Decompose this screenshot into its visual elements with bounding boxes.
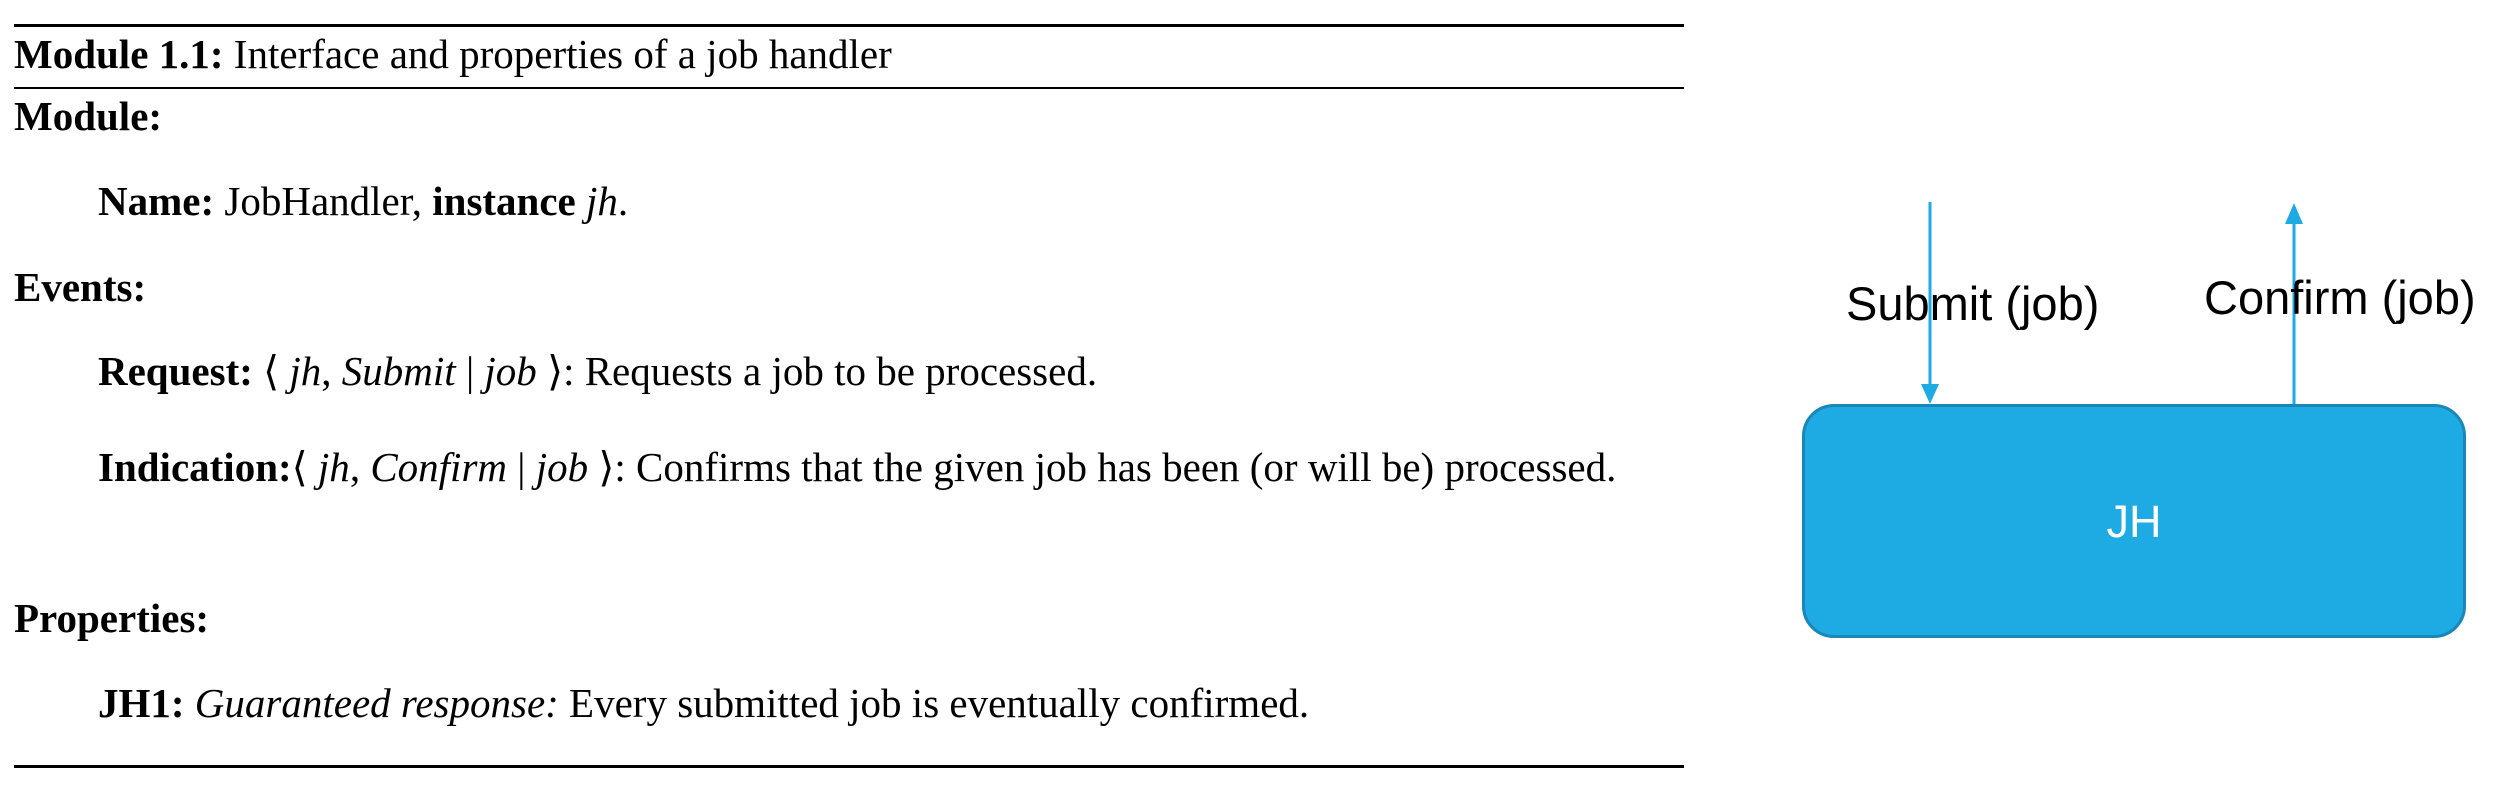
indication-event: Indication:⟨ jh, Confirm | job ⟩: Confir… bbox=[98, 440, 1618, 494]
name-value: JobHandler, bbox=[224, 178, 422, 224]
indication-close-bracket: ⟩ bbox=[598, 444, 615, 490]
submit-label: Submit (job) bbox=[1846, 277, 2100, 330]
diagram-arrows bbox=[1921, 202, 2303, 404]
top-rule bbox=[14, 24, 1684, 27]
request-event-name: Submit bbox=[341, 348, 456, 394]
property-label: JH1: bbox=[98, 680, 185, 726]
property-jh1: JH1: Guaranteed response: Every submitte… bbox=[98, 679, 1309, 727]
request-event: Request: ⟨ jh, Submit | job ⟩: Requests … bbox=[98, 347, 1097, 395]
module-box: Module 1.1: Interface and properties of … bbox=[14, 0, 1684, 799]
indication-param: job bbox=[535, 444, 589, 490]
confirm-label: Confirm (job) bbox=[2204, 271, 2476, 324]
title-rule bbox=[14, 87, 1684, 89]
indication-description: : Confirms that the given job has been (… bbox=[614, 444, 1617, 490]
events-heading: Events: bbox=[14, 264, 147, 310]
module-name-line: Name: JobHandler, instance jh. bbox=[98, 177, 628, 225]
name-period: . bbox=[617, 178, 629, 224]
request-comma: , bbox=[321, 348, 332, 394]
confirm-arrowhead bbox=[2285, 203, 2303, 224]
module-title-prefix: Module 1.1: bbox=[14, 31, 224, 77]
request-close-bracket: ⟩ bbox=[547, 348, 564, 394]
indication-label: Indication: bbox=[98, 444, 292, 490]
job-handler-box: JH bbox=[1802, 404, 2466, 638]
module-title-text: Interface and properties of a job handle… bbox=[233, 31, 892, 77]
request-open-bracket: ⟨ bbox=[263, 348, 280, 394]
properties-heading: Properties: bbox=[14, 595, 210, 641]
indication-bar: | bbox=[517, 444, 526, 490]
request-bar: | bbox=[465, 348, 475, 394]
module-heading: Module: bbox=[14, 93, 163, 139]
request-instance: jh bbox=[289, 348, 322, 394]
request-label: Request: bbox=[98, 348, 253, 394]
indication-event-name: Confirm bbox=[370, 444, 508, 490]
job-handler-label: JH bbox=[2106, 496, 2162, 547]
bottom-rule bbox=[14, 765, 1684, 768]
submit-arrowhead bbox=[1921, 384, 1939, 404]
job-handler-diagram: Submit (job) Confirm (job) JH bbox=[1790, 0, 2497, 799]
property-description: Every submitted job is eventually confir… bbox=[569, 680, 1310, 726]
indication-open-bracket: ⟨ bbox=[291, 444, 308, 490]
indication-comma: , bbox=[349, 444, 361, 490]
instance-value: jh bbox=[586, 178, 618, 224]
property-name: Guaranteed response: bbox=[194, 680, 559, 726]
indication-instance: jh bbox=[317, 444, 350, 490]
instance-label: instance bbox=[432, 178, 576, 224]
name-label: Name: bbox=[98, 178, 215, 224]
request-description: : Requests a job to be processed. bbox=[563, 348, 1098, 394]
request-param: job bbox=[484, 348, 537, 394]
module-title: Module 1.1: Interface and properties of … bbox=[14, 30, 892, 78]
